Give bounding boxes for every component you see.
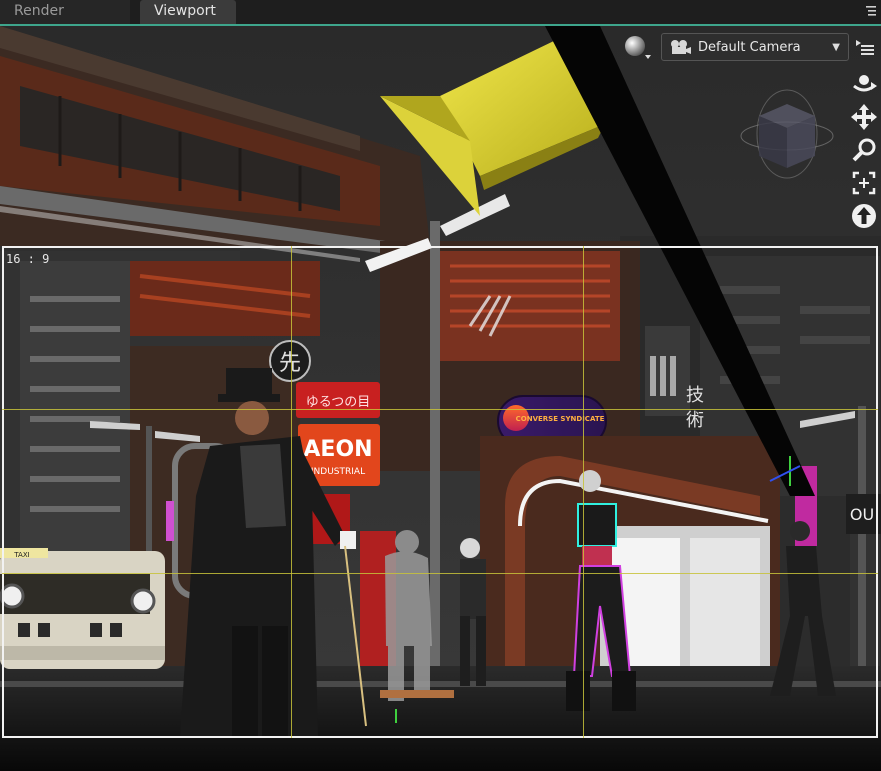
nav-toolbar [849, 70, 879, 230]
kanji-sign-b: 技 [686, 385, 704, 406]
zoom-button[interactable] [850, 136, 878, 164]
camera-select[interactable]: Default Camera ▼ [661, 33, 849, 61]
aspect-ratio-label: 16 : 9 [6, 252, 50, 266]
drawstyle-button[interactable] [621, 33, 655, 61]
syndicate-sign: CONVERSE SYNDICATE [516, 415, 605, 423]
frame-icon [852, 171, 876, 195]
neon-sign-pink: ゆるつの目 [306, 395, 370, 410]
camera-select-value: Default Camera [698, 39, 801, 55]
kanji-sign-a: 先 [279, 351, 301, 376]
tab-bar: Render Library Viewport [0, 0, 881, 41]
sphere-shading-icon [625, 36, 651, 59]
zoom-icon [852, 138, 876, 162]
reset-view-button[interactable] [850, 202, 878, 230]
reset-view-icon [852, 204, 876, 228]
kanji-sign-c: 術 [686, 410, 704, 431]
viewport-menu-icon[interactable] [855, 37, 875, 57]
tab-viewport[interactable]: Viewport [140, 0, 236, 24]
pan-icon [851, 104, 877, 130]
chevron-down-icon: ▼ [832, 41, 840, 53]
viewport-toolbar: Default Camera ▼ [621, 32, 875, 62]
frame-button[interactable] [850, 169, 878, 197]
view-cube[interactable] [739, 86, 835, 182]
aeon-subtitle: INDUSTRIAL [311, 467, 365, 477]
neon-sign-end: OU [850, 505, 874, 524]
aeon-sign: AEON [303, 437, 372, 462]
orbit-button[interactable] [850, 70, 878, 98]
viewport-3d[interactable]: 先 ゆるつの目 AEON INDUSTRIAL CONVERSE SYNDICA… [0, 26, 881, 771]
panel-menu-icon[interactable] [865, 4, 877, 18]
tab-label: Viewport [154, 3, 216, 19]
taxi-sign: TAXI [13, 551, 29, 559]
tab-render-library[interactable]: Render Library [0, 0, 130, 41]
camera-icon [671, 40, 691, 54]
orbit-icon [853, 75, 877, 92]
pan-button[interactable] [850, 103, 878, 131]
